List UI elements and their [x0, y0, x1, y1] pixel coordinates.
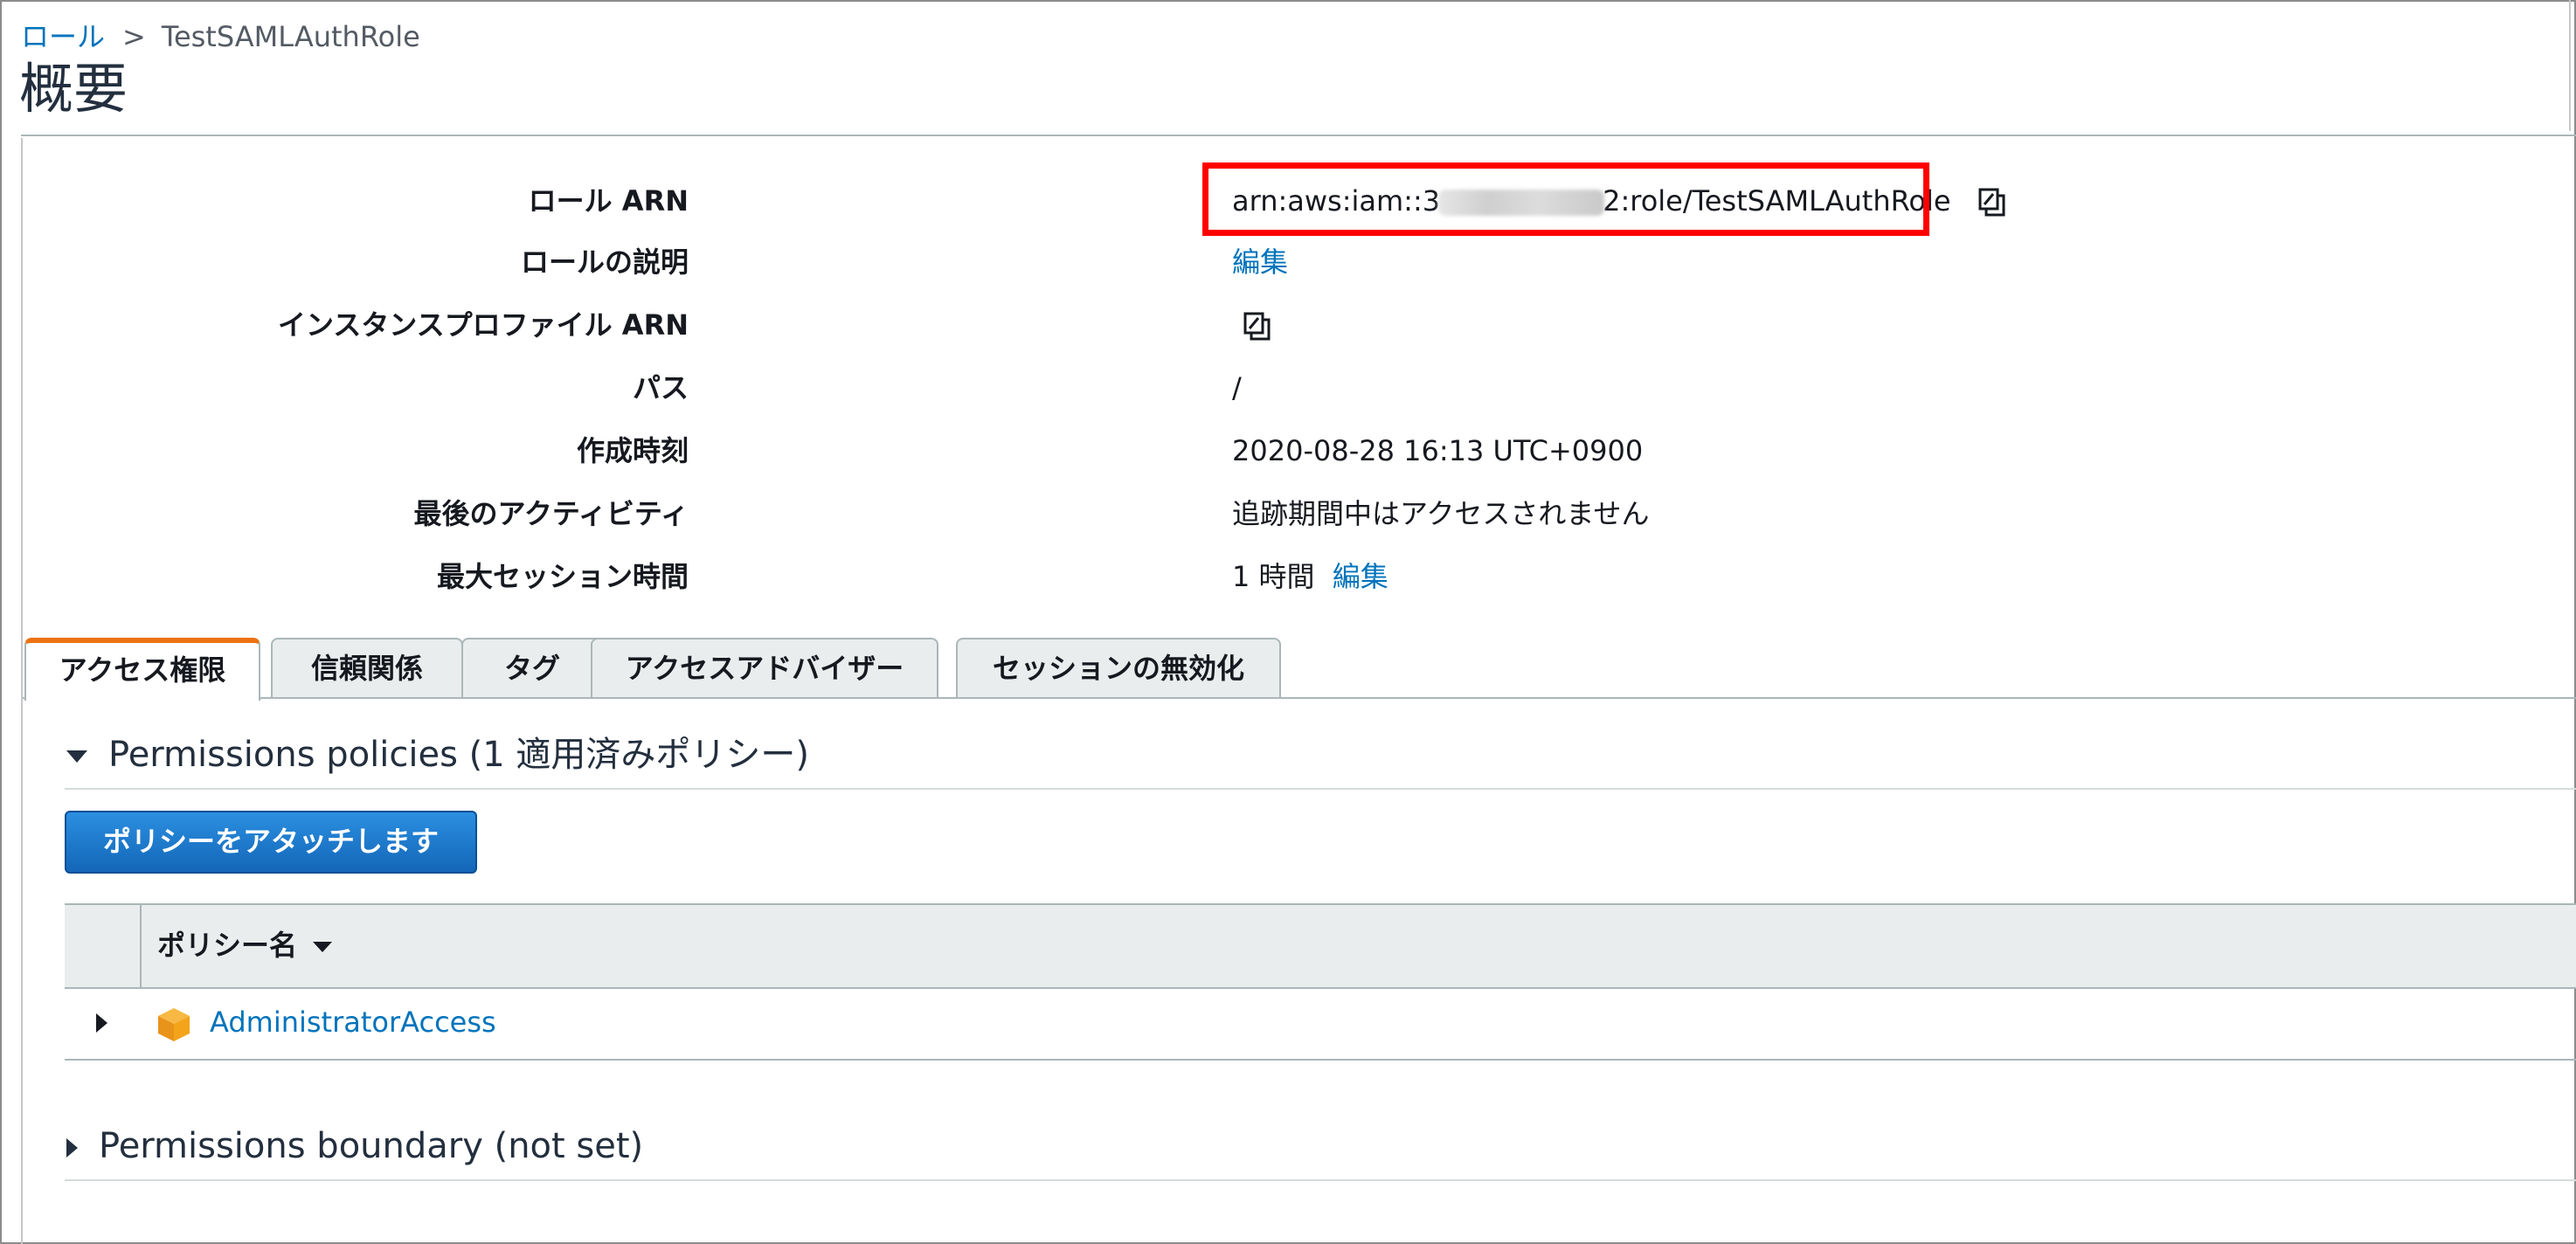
- role-description-label: ロールの説明: [520, 245, 689, 279]
- policy-name-link[interactable]: AdministratorAccess: [210, 1003, 496, 1041]
- tab-permissions[interactable]: アクセス権限: [24, 638, 260, 701]
- copy-icon[interactable]: [1241, 309, 1276, 344]
- column-header-policy-name[interactable]: ポリシー名: [157, 926, 333, 964]
- column-separator: [140, 905, 142, 989]
- permissions-boundary-title: Permissions boundary (not set): [99, 1126, 644, 1166]
- created-label: 作成時刻: [576, 434, 689, 467]
- section-divider: [65, 1179, 2576, 1181]
- table-header: ポリシー名: [65, 903, 2576, 989]
- breadcrumb-separator: >: [122, 20, 146, 53]
- column-header-label: ポリシー名: [157, 929, 298, 962]
- caret-right-icon[interactable]: [96, 1013, 107, 1033]
- summary-row-instance-profile-arn: インスタンスプロファイル ARN: [0, 299, 2097, 351]
- max-session-edit-link[interactable]: 編集: [1333, 560, 1388, 593]
- title-divider: [21, 135, 2576, 136]
- table-row: AdministratorAccess: [65, 989, 2576, 1061]
- caret-right-icon: [66, 1138, 78, 1158]
- permissions-boundary-header[interactable]: Permissions boundary (not set): [66, 1123, 643, 1169]
- last-activity-value: 追跡期間中はアクセスされません: [1232, 497, 1650, 530]
- path-value: /: [1232, 371, 1242, 404]
- tabs-divider: [23, 697, 2576, 699]
- summary-row-role-description: ロールの説明 編集: [0, 236, 2097, 288]
- sort-down-icon: [313, 942, 333, 952]
- tab-access-advisor[interactable]: アクセスアドバイザー: [591, 638, 938, 699]
- path-label: パス: [632, 371, 689, 404]
- max-session-label: 最大セッション時間: [436, 560, 689, 593]
- summary-row-path: パス /: [0, 362, 2097, 414]
- content-right-border: [2569, 0, 2571, 131]
- last-activity-label: 最後のアクティビティ: [413, 497, 689, 530]
- max-session-value: 1 時間: [1232, 560, 1315, 593]
- instance-profile-arn-label: インスタンスプロファイル ARN: [277, 308, 689, 342]
- highlight-box: [1202, 162, 1929, 236]
- role-arn-label: ロール ARN: [528, 184, 689, 218]
- role-description-edit-link[interactable]: 編集: [1232, 245, 1288, 279]
- section-divider: [65, 788, 2576, 790]
- tab-tags[interactable]: タグ: [461, 638, 603, 699]
- caret-down-icon: [66, 750, 87, 763]
- breadcrumb-roles-link[interactable]: ロール: [21, 20, 105, 53]
- breadcrumb-current: TestSAMLAuthRole: [161, 20, 420, 53]
- permissions-policies-title: Permissions policies (1 適用済みポリシー): [108, 735, 810, 775]
- created-value: 2020-08-28 16:13 UTC+0900: [1232, 434, 1644, 467]
- summary-row-last-activity: 最後のアクティビティ 追跡期間中はアクセスされません: [0, 487, 2097, 540]
- summary-row-created: 作成時刻 2020-08-28 16:13 UTC+0900: [0, 425, 2097, 477]
- breadcrumb: ロール > TestSAMLAuthRole: [21, 17, 420, 56]
- page-title: 概要: [19, 57, 128, 121]
- tab-revoke-sessions[interactable]: セッションの無効化: [956, 638, 1281, 699]
- permissions-policies-header[interactable]: Permissions policies (1 適用済みポリシー): [66, 732, 809, 778]
- attach-policies-button[interactable]: ポリシーをアタッチします: [65, 811, 477, 874]
- summary-row-max-session: 最大セッション時間 1 時間 編集: [0, 550, 2097, 603]
- policies-table: ポリシー名 AdministratorAccess: [65, 903, 2576, 1061]
- tab-trust-relationships[interactable]: 信頼関係: [271, 638, 463, 699]
- copy-icon[interactable]: [1976, 185, 2011, 220]
- aws-managed-policy-cube-icon: [156, 1006, 192, 1043]
